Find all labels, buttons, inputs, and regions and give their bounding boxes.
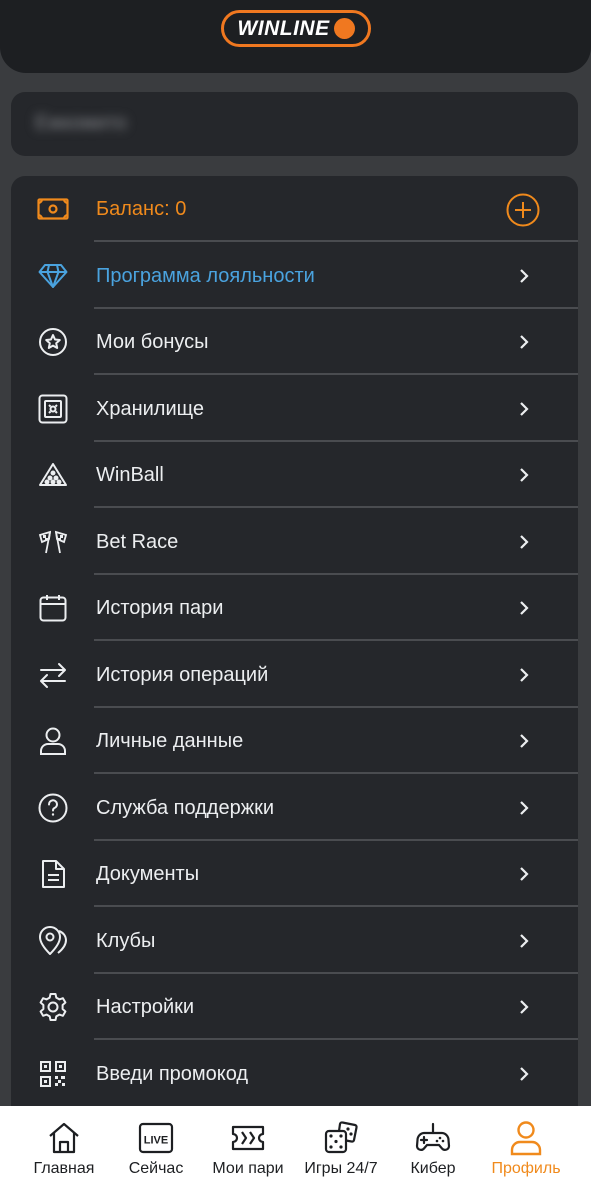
live-icon: LIVE	[138, 1122, 174, 1154]
chevron-right-icon	[520, 667, 529, 682]
chevron-right-icon	[520, 268, 529, 283]
nav-cyber-label: Кибер	[410, 1160, 456, 1177]
triangle-balls-icon	[36, 460, 70, 490]
bottom-nav: Главная LIVE Сейчас Мои пари Игры 24/7 К…	[0, 1106, 591, 1190]
winball-label: WinBall	[96, 464, 164, 486]
gamepad-icon	[415, 1122, 451, 1151]
bonuses-label: Мои бонусы	[96, 331, 209, 353]
diamond-icon	[36, 261, 70, 291]
balance-label: Баланс: 0	[96, 198, 187, 220]
chevron-right-icon	[520, 1066, 529, 1081]
menu-item-promo-code[interactable]: Введи промокод	[11, 1041, 578, 1107]
settings-label: Настройки	[96, 996, 195, 1018]
chevron-right-icon	[520, 800, 529, 815]
nav-item-cyber[interactable]: Кибер	[393, 1106, 473, 1190]
menu-item-loyalty[interactable]: Программа лояльности	[11, 243, 578, 309]
nav-item-home[interactable]: Главная	[24, 1106, 104, 1190]
safe-icon	[36, 394, 70, 424]
ticket-icon	[231, 1125, 265, 1151]
chevron-right-icon	[520, 933, 529, 948]
document-icon	[36, 859, 70, 889]
operations-history-label: История операций	[96, 663, 269, 686]
qr-code-icon	[36, 1059, 70, 1089]
user-icon	[36, 726, 70, 756]
menu-item-operations-history[interactable]: История операций	[11, 642, 578, 708]
profile-menu: Баланс: 0 Программа лояльности Мои бонус…	[11, 176, 578, 1136]
menu-item-clubs[interactable]: Клубы	[11, 908, 578, 974]
support-label: Служба поддержки	[96, 796, 275, 819]
menu-item-bonuses[interactable]: Мои бонусы	[11, 309, 578, 375]
chevron-right-icon	[520, 468, 529, 482]
gear-icon	[36, 992, 70, 1022]
menu-item-bet-race[interactable]: Bet Race	[11, 509, 578, 575]
nav-games-label: Игры 24/7	[304, 1160, 378, 1177]
top-header: WINLINE	[0, 0, 591, 73]
profile-icon	[510, 1121, 542, 1156]
home-icon	[49, 1122, 79, 1154]
nav-home-label: Главная	[33, 1160, 95, 1177]
menu-item-documents[interactable]: Документы	[11, 841, 578, 907]
personal-data-label: Личные данные	[96, 730, 244, 752]
storage-label: Хранилище	[96, 397, 204, 420]
nav-live-label: Сейчас	[128, 1160, 184, 1177]
documents-label: Документы	[96, 863, 200, 885]
logo-dot-icon	[333, 18, 355, 39]
logo-text: WINLINE	[237, 16, 330, 40]
nav-item-profile[interactable]: Профиль	[486, 1106, 566, 1190]
nav-item-games[interactable]: Игры 24/7	[301, 1106, 381, 1190]
bet-history-label: История пари	[96, 597, 224, 619]
live-badge-text: LIVE	[144, 1135, 168, 1147]
arrows-swap-icon	[36, 660, 70, 690]
cash-icon	[36, 194, 70, 224]
menu-item-bet-history[interactable]: История пари	[11, 575, 578, 641]
chevron-right-icon	[520, 601, 529, 615]
chevron-right-icon	[520, 401, 529, 416]
promo-code-label: Введи промокод	[96, 1062, 249, 1085]
nav-profile-label: Профиль	[491, 1160, 561, 1177]
nav-item-my-bets[interactable]: Мои пари	[208, 1106, 288, 1190]
map-pin-icon	[36, 925, 70, 956]
user-card[interactable]: Ежкомито	[11, 92, 578, 156]
menu-item-settings[interactable]: Настройки	[11, 974, 578, 1040]
menu-item-winball[interactable]: WinBall	[11, 442, 578, 508]
user-name: Ежкомито	[35, 112, 127, 134]
nav-item-live[interactable]: LIVE Сейчас	[116, 1106, 196, 1190]
menu-item-storage[interactable]: Хранилище	[11, 376, 578, 442]
loyalty-label: Программа лояльности	[96, 264, 315, 287]
chevron-right-icon	[520, 867, 529, 881]
clubs-label: Клубы	[96, 929, 156, 952]
chevron-right-icon	[520, 534, 529, 549]
star-circle-icon	[36, 327, 70, 357]
menu-item-balance[interactable]: Баланс: 0	[11, 176, 578, 242]
winline-logo[interactable]: WINLINE	[221, 10, 371, 47]
menu-item-personal-data[interactable]: Личные данные	[11, 708, 578, 774]
dice-icon	[324, 1121, 358, 1154]
checkered-flags-icon	[36, 527, 70, 557]
bet-race-label: Bet Race	[96, 530, 179, 553]
chevron-right-icon	[520, 734, 529, 748]
calendar-icon	[36, 593, 70, 623]
chevron-right-icon	[520, 335, 529, 349]
plus-circle-icon[interactable]	[506, 193, 540, 227]
nav-my-bets-label: Мои пари	[212, 1160, 284, 1177]
question-circle-icon	[36, 793, 70, 823]
chevron-right-icon	[520, 1000, 529, 1014]
menu-item-support[interactable]: Служба поддержки	[11, 775, 578, 841]
